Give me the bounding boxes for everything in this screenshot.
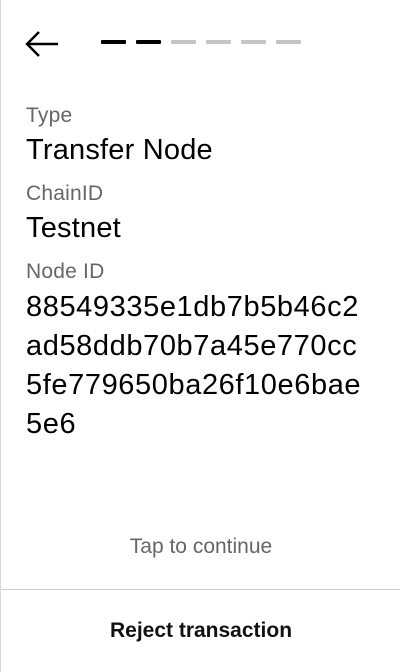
progress-step-pending	[276, 40, 301, 44]
progress-step-pending	[241, 40, 266, 44]
node-id-label: Node ID	[26, 260, 105, 283]
tap-to-continue-button[interactable]: Tap to continue	[1, 530, 400, 564]
type-label: Type	[26, 104, 73, 127]
node-id-value: 88549335e1db7b5b46c2ad58ddb70b7a45e770cc…	[26, 291, 362, 440]
chain-id-value: Testnet	[26, 212, 121, 244]
progress-step-pending	[171, 40, 196, 44]
chain-id-label: ChainID	[26, 182, 104, 205]
transaction-review-screen: Type Transfer Node ChainID Testnet Node …	[0, 0, 400, 672]
arrow-left-icon	[24, 29, 60, 59]
transaction-details: Type Transfer Node ChainID Testnet Node …	[26, 100, 376, 454]
reject-transaction-button[interactable]: Reject transaction	[1, 590, 400, 672]
type-value: Transfer Node	[26, 134, 213, 166]
progress-step-pending	[206, 40, 231, 44]
progress-step-complete	[101, 40, 126, 44]
back-button[interactable]	[23, 26, 61, 62]
progress-step-complete	[136, 40, 161, 44]
top-bar	[1, 0, 400, 90]
step-progress-indicator	[101, 40, 301, 44]
